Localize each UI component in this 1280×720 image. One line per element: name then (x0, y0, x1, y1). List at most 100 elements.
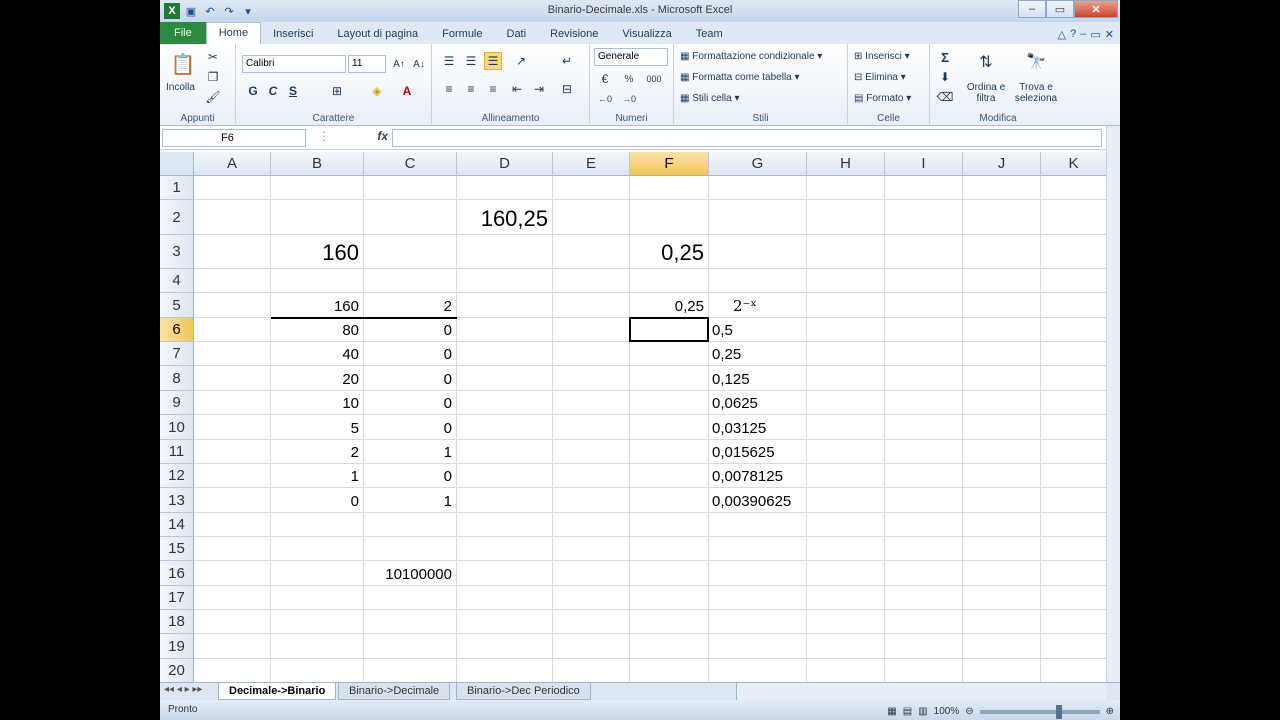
insert-function-button[interactable]: ⋮ fx (310, 129, 390, 147)
cell-k8[interactable] (1041, 366, 1106, 391)
tab-view[interactable]: Visualizza (610, 24, 683, 44)
row-header-4[interactable]: 4 (160, 269, 194, 293)
sheet-tab-binario-dec-periodico[interactable]: Binario->Dec Periodico (456, 683, 591, 700)
cell-f11[interactable] (630, 440, 709, 464)
cell-d20[interactable] (457, 659, 553, 682)
cell-j8[interactable] (963, 366, 1041, 391)
cell-g9[interactable]: 0,0625 (709, 391, 807, 415)
cell-a17[interactable] (194, 586, 271, 610)
cell-h1[interactable] (807, 176, 885, 200)
cell-c19[interactable] (364, 634, 457, 659)
grow-font-button[interactable]: A↑ (390, 55, 408, 73)
cell-c14[interactable] (364, 513, 457, 537)
workbook-close-icon[interactable]: ✕ (1105, 28, 1114, 41)
paste-icon[interactable]: 📋 (170, 50, 196, 78)
cell-c13[interactable]: 1 (364, 488, 457, 513)
cell-c10[interactable]: 0 (364, 415, 457, 440)
name-box[interactable]: F6 (162, 129, 306, 147)
cell-c6[interactable]: 0 (364, 318, 457, 342)
cell-d12[interactable] (457, 464, 553, 488)
cell-g2[interactable] (709, 200, 807, 235)
tab-data[interactable]: Dati (495, 24, 539, 44)
decrease-decimal-icon[interactable]: →0 (620, 90, 638, 108)
cell-i12[interactable] (885, 464, 963, 488)
row-header-3[interactable]: 3 (160, 235, 194, 269)
cell-b9[interactable]: 10 (271, 391, 364, 415)
cell-b7[interactable]: 40 (271, 342, 364, 366)
row-header-2[interactable]: 2 (160, 200, 194, 235)
cell-h18[interactable] (807, 610, 885, 634)
sort-filter-button[interactable]: Ordina e filtra (966, 82, 1006, 104)
close-button[interactable]: ✕ (1074, 0, 1118, 18)
cell-a9[interactable] (194, 391, 271, 415)
cell-a2[interactable] (194, 200, 271, 235)
increase-indent-icon[interactable]: ⇥ (530, 80, 548, 98)
cell-j18[interactable] (963, 610, 1041, 634)
cell-a3[interactable] (194, 235, 271, 269)
column-header-e[interactable]: E (553, 152, 630, 176)
find-select-button[interactable]: Trova e seleziona (1010, 82, 1062, 104)
row-header-7[interactable]: 7 (160, 342, 194, 366)
column-header-h[interactable]: H (807, 152, 885, 176)
delete-cells-button[interactable]: ⊟ Elimina ▾ (854, 72, 906, 83)
formula-input[interactable] (392, 129, 1102, 147)
cell-i16[interactable] (885, 561, 963, 586)
cell-k17[interactable] (1041, 586, 1106, 610)
cell-d13[interactable] (457, 488, 553, 513)
cell-i9[interactable] (885, 391, 963, 415)
cell-g18[interactable] (709, 610, 807, 634)
cell-i6[interactable] (885, 318, 963, 342)
cell-k6[interactable] (1041, 318, 1106, 342)
cell-d16[interactable] (457, 561, 553, 586)
align-top-icon[interactable]: ☰ (440, 52, 458, 70)
cell-d10[interactable] (457, 415, 553, 440)
cell-b15[interactable] (271, 537, 364, 561)
cell-f13[interactable] (630, 488, 709, 513)
cell-b19[interactable] (271, 634, 364, 659)
cell-i15[interactable] (885, 537, 963, 561)
cell-c11[interactable]: 1 (364, 440, 457, 464)
cell-g4[interactable] (709, 269, 807, 293)
cell-k10[interactable] (1041, 415, 1106, 440)
normal-view-icon[interactable]: ▦ (887, 702, 896, 720)
cell-h8[interactable] (807, 366, 885, 391)
cell-h13[interactable] (807, 488, 885, 513)
cell-a12[interactable] (194, 464, 271, 488)
cell-f7[interactable] (630, 342, 709, 366)
cell-c12[interactable]: 0 (364, 464, 457, 488)
cell-c1[interactable] (364, 176, 457, 200)
cell-d5[interactable] (457, 293, 553, 318)
cell-d8[interactable] (457, 366, 553, 391)
row-header-9[interactable]: 9 (160, 391, 194, 415)
cell-d2[interactable]: 160,25 (457, 200, 553, 235)
cell-c15[interactable] (364, 537, 457, 561)
merge-center-icon[interactable]: ⊟ (558, 80, 576, 98)
align-bottom-icon[interactable]: ☰ (484, 52, 502, 70)
cell-h20[interactable] (807, 659, 885, 682)
cell-b6[interactable]: 80 (271, 318, 364, 342)
cell-e8[interactable] (553, 366, 630, 391)
cell-c7[interactable]: 0 (364, 342, 457, 366)
cell-h12[interactable] (807, 464, 885, 488)
cell-a15[interactable] (194, 537, 271, 561)
cell-f3[interactable]: 0,25 (630, 235, 709, 269)
cell-g17[interactable] (709, 586, 807, 610)
minimize-ribbon-icon[interactable]: △ (1058, 28, 1066, 41)
restore-button[interactable]: ▭ (1046, 0, 1074, 18)
increase-decimal-icon[interactable]: ←0 (596, 90, 614, 108)
cell-e5[interactable] (553, 293, 630, 318)
cell-f4[interactable] (630, 269, 709, 293)
cell-f20[interactable] (630, 659, 709, 682)
cell-f10[interactable] (630, 415, 709, 440)
cell-e9[interactable] (553, 391, 630, 415)
cell-e1[interactable] (553, 176, 630, 200)
cell-c18[interactable] (364, 610, 457, 634)
cell-e14[interactable] (553, 513, 630, 537)
cell-e10[interactable] (553, 415, 630, 440)
cell-k13[interactable] (1041, 488, 1106, 513)
cell-b13[interactable]: 0 (271, 488, 364, 513)
cell-j14[interactable] (963, 513, 1041, 537)
cell-a5[interactable] (194, 293, 271, 318)
help-icon[interactable]: ? (1070, 28, 1076, 40)
align-left-icon[interactable]: ≡ (440, 80, 458, 98)
